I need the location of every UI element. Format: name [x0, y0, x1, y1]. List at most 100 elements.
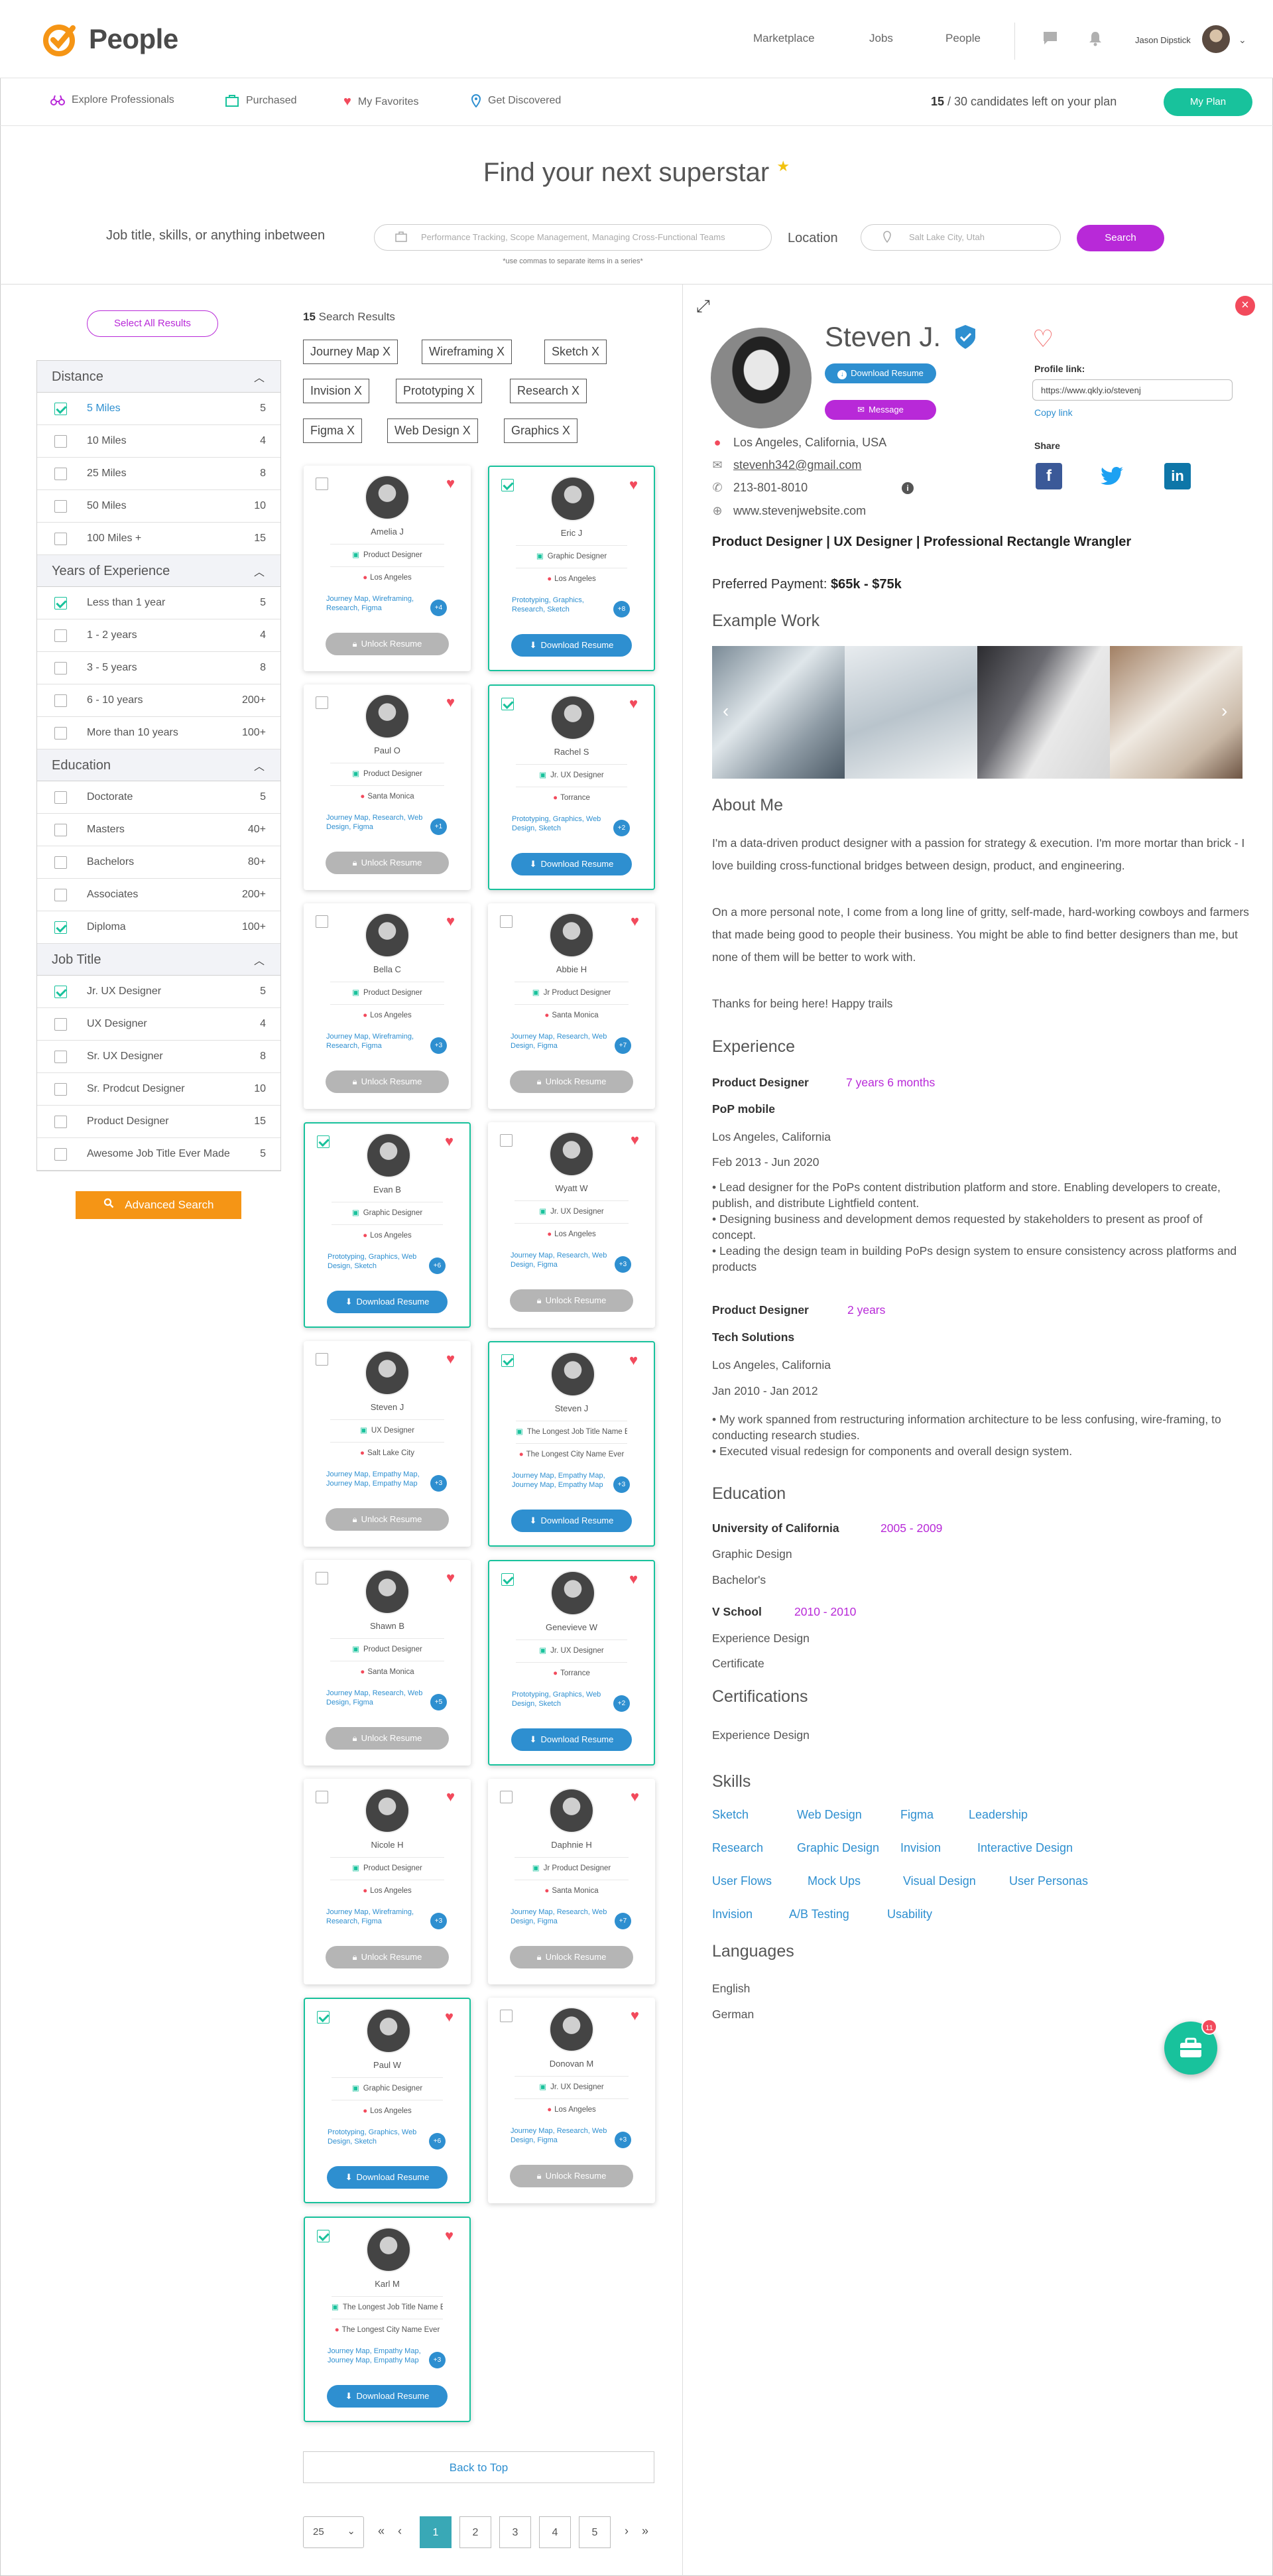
candidate-card[interactable]: ♥ Nicole H ▣ Product Designer ● Los Angeles Jo… — [304, 1779, 471, 1984]
candidate-card[interactable]: ♥ Shawn B ▣ Product Designer ● Santa Monica Jo… — [304, 1560, 471, 1766]
more-skills-badge[interactable]: +3 — [430, 1913, 447, 1929]
card-checkbox[interactable] — [316, 478, 328, 490]
candidate-card[interactable]: ♥ Paul O ▣ Product Designer ● Santa Monica Jou… — [304, 684, 471, 890]
heart-icon[interactable]: ♥ — [446, 475, 455, 492]
chevron-down-icon[interactable]: ⌄ — [1239, 34, 1246, 46]
filter-option[interactable]: Masters 40+ — [37, 814, 280, 846]
chevron-up-icon[interactable]: ︿ — [254, 952, 265, 968]
card-checkbox[interactable] — [500, 2010, 513, 2022]
filter-checkbox[interactable] — [54, 1083, 67, 1096]
subnav-discovered[interactable]: Get Discovered — [471, 94, 561, 107]
advanced-search-button[interactable]: Advanced Search — [76, 1191, 241, 1219]
profile-link-field[interactable]: https://www.qkly.io/stevenj — [1032, 379, 1233, 401]
page-button[interactable]: 3 — [499, 2516, 531, 2548]
page-button[interactable]: 1 — [420, 2516, 452, 2548]
skill-tag[interactable]: User Personas — [1009, 1874, 1088, 1888]
profile-email[interactable]: ✉ stevenh342@gmail.com — [711, 458, 861, 472]
card-checkbox[interactable] — [501, 1573, 514, 1586]
filter-tag[interactable]: Invision X — [303, 379, 370, 403]
subnav-explore[interactable]: Explore Professionals — [50, 94, 174, 106]
skill-tag[interactable]: Sketch — [712, 1808, 749, 1822]
filter-checkbox[interactable] — [54, 694, 67, 707]
my-plan-button[interactable]: My Plan — [1164, 88, 1252, 116]
candidate-card[interactable]: ♥Karl M▣The Longest Job Title Name Ever●… — [304, 2217, 471, 2422]
more-skills-badge[interactable]: +1 — [430, 818, 447, 835]
filter-group-header[interactable]: Years of Experience ︿ — [37, 555, 280, 587]
next-page-icon[interactable]: › — [625, 2524, 629, 2538]
filter-checkbox[interactable] — [54, 435, 67, 448]
filter-option[interactable]: UX Designer 4 — [37, 1008, 280, 1041]
filter-checkbox[interactable] — [54, 468, 67, 480]
last-page-icon[interactable]: » — [642, 2524, 648, 2538]
filter-option[interactable]: Awesome Job Title Ever Made 5 — [37, 1138, 280, 1171]
nav-people[interactable]: People — [945, 32, 981, 45]
filter-checkbox[interactable] — [54, 824, 67, 836]
candidate-card[interactable]: ♥ Evan B ▣ Graphic Designer ● Los Angeles Prot… — [304, 1122, 471, 1328]
download-resume-button[interactable]: ⬇ Download Resume — [327, 1291, 448, 1313]
page-button[interactable]: 5 — [579, 2516, 611, 2548]
chevron-up-icon[interactable]: ︿ — [254, 369, 265, 385]
select-all-button[interactable]: Select All Results — [87, 310, 218, 337]
more-skills-badge[interactable]: +2 — [613, 820, 630, 836]
heart-icon[interactable]: ♥ — [446, 694, 455, 711]
filter-tag[interactable]: Sketch X — [544, 340, 607, 364]
filter-checkbox[interactable] — [54, 791, 67, 804]
filter-option[interactable]: Less than 1 year 5 — [37, 587, 280, 619]
unlock-resume-button[interactable]: 🔒︎ Unlock Resume — [326, 1070, 449, 1093]
chevron-up-icon[interactable]: ︿ — [254, 757, 265, 773]
more-skills-badge[interactable]: +3 — [615, 2132, 631, 2148]
download-resume-button[interactable]: ⬇ Download Resume — [511, 1728, 632, 1751]
heart-icon[interactable]: ♥ — [446, 1569, 455, 1586]
filter-option[interactable]: Product Designer 15 — [37, 1106, 280, 1138]
candidate-card[interactable]: ♥ Amelia J ▣ Product Designer ● Los Angeles Jo… — [304, 466, 471, 671]
linkedin-icon[interactable]: in — [1164, 463, 1191, 489]
filter-checkbox[interactable] — [54, 727, 67, 740]
filter-checkbox[interactable] — [54, 1148, 67, 1161]
more-skills-badge[interactable]: +3 — [429, 2352, 446, 2368]
filter-group-header[interactable]: Education ︿ — [37, 749, 280, 781]
filter-checkbox[interactable] — [54, 889, 67, 901]
heart-icon[interactable]: ♥ — [445, 2227, 454, 2244]
heart-icon[interactable]: ♥ — [631, 1131, 639, 1149]
unlock-resume-button[interactable]: 🔒︎ Unlock Resume — [326, 852, 449, 874]
filter-option[interactable]: Doctorate 5 — [37, 781, 280, 814]
more-skills-badge[interactable]: +6 — [429, 2133, 446, 2150]
filter-checkbox[interactable] — [54, 856, 67, 869]
filter-option[interactable]: 5 Miles 5 — [37, 393, 280, 425]
more-skills-badge[interactable]: +3 — [430, 1475, 447, 1492]
logo[interactable]: People — [41, 20, 178, 58]
user-avatar[interactable] — [1202, 25, 1230, 53]
filter-checkbox[interactable] — [54, 662, 67, 675]
more-skills-badge[interactable]: +2 — [613, 1695, 630, 1712]
unlock-resume-button[interactable]: 🔒︎ Unlock Resume — [326, 1946, 449, 1968]
unlock-resume-button[interactable]: 🔒︎ Unlock Resume — [510, 2165, 633, 2187]
skill-tag[interactable]: Invision — [900, 1841, 941, 1855]
filter-tag[interactable]: Web Design X — [387, 419, 478, 443]
profile-download-button[interactable]: ↓ Download Resume — [825, 363, 936, 383]
skill-tag[interactable]: User Flows — [712, 1874, 772, 1888]
card-checkbox[interactable] — [501, 479, 514, 491]
chevron-right-icon[interactable]: › — [1221, 700, 1227, 722]
work-image[interactable] — [712, 646, 845, 779]
heart-icon[interactable]: ♥ — [445, 2008, 454, 2026]
more-skills-badge[interactable]: +7 — [615, 1037, 631, 1054]
more-skills-badge[interactable]: +3 — [613, 1476, 630, 1493]
work-image[interactable] — [845, 646, 977, 779]
more-skills-badge[interactable]: +3 — [430, 1037, 447, 1054]
chevron-left-icon[interactable]: ‹ — [723, 700, 729, 722]
heart-icon[interactable]: ♥ — [629, 1352, 638, 1369]
filter-tag[interactable]: Wireframing X — [422, 340, 513, 364]
heart-icon[interactable]: ♥ — [629, 476, 638, 493]
filter-option[interactable]: 6 - 10 years 200+ — [37, 684, 280, 717]
more-skills-badge[interactable]: +7 — [615, 1913, 631, 1929]
download-resume-button[interactable]: ⬇ Download Resume — [327, 2385, 448, 2408]
card-checkbox[interactable] — [316, 696, 328, 709]
download-resume-button[interactable]: ⬇ Download Resume — [327, 2166, 448, 2189]
skill-tag[interactable]: Figma — [900, 1808, 934, 1822]
search-button[interactable]: Search — [1077, 225, 1164, 251]
search-input[interactable]: Performance Tracking, Scope Management, … — [374, 224, 772, 251]
candidate-card[interactable]: ♥ Donovan M ▣ Jr. UX Designer ● Los Angeles Jo… — [488, 1998, 655, 2203]
filter-option[interactable]: 25 Miles 8 — [37, 458, 280, 490]
filter-option[interactable]: 1 - 2 years 4 — [37, 619, 280, 652]
card-checkbox[interactable] — [316, 915, 328, 928]
